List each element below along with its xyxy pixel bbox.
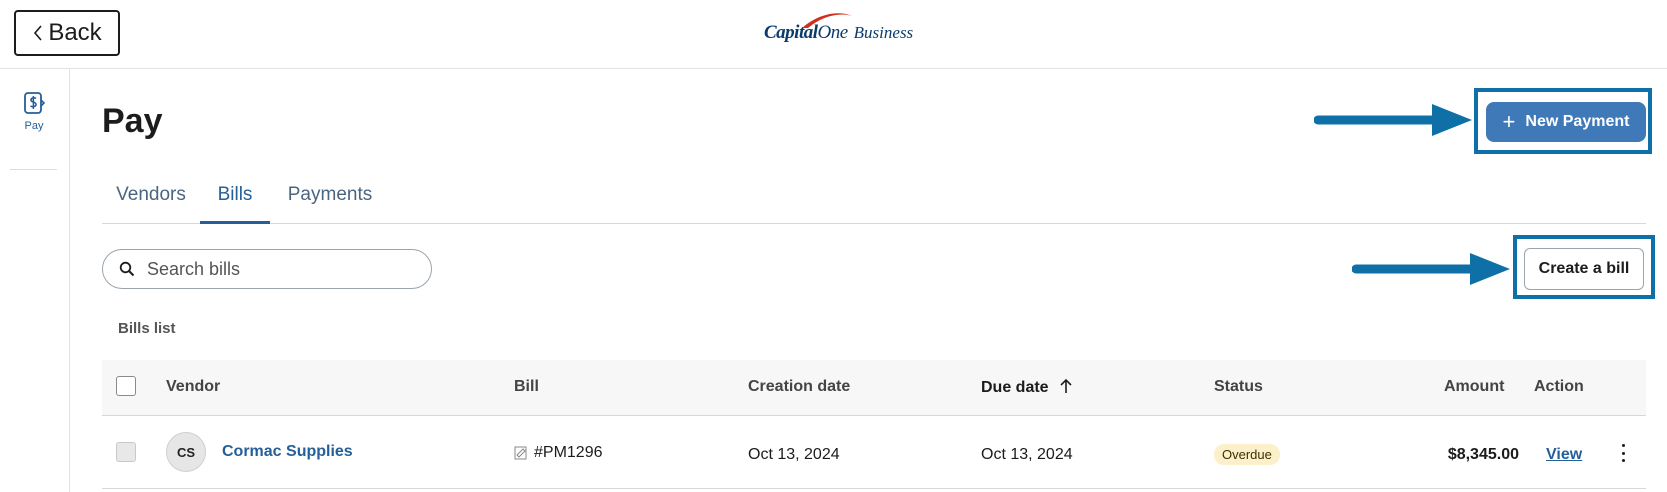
page-title: Pay [102, 102, 163, 140]
new-payment-label: New Payment [1525, 113, 1630, 130]
column-header-due-date[interactable]: Due date [981, 378, 1073, 397]
chevron-left-icon [34, 25, 42, 41]
creation-date-cell: Oct 13, 2024 [748, 446, 840, 463]
sidenav-item-label: Pay [24, 120, 44, 132]
search-icon [119, 261, 135, 277]
create-bill-button[interactable]: Create a bill [1524, 248, 1644, 290]
amount-cell: $8,345.00 [1447, 446, 1519, 463]
tab-bar: Vendors Bills Payments [102, 172, 1646, 224]
status-badge: Overdue [1214, 444, 1280, 465]
tab-bills[interactable]: Bills [200, 172, 270, 224]
column-header-action: Action [1534, 378, 1584, 395]
capital-one-business-logo: CapitalOne Business [764, 13, 914, 50]
table-header: Vendor Bill Creation date Due date Statu… [102, 360, 1646, 416]
select-all-checkbox[interactable] [116, 376, 136, 396]
tab-payments[interactable]: Payments [270, 172, 390, 224]
new-payment-button[interactable]: + New Payment [1486, 102, 1646, 142]
bills-table: Vendor Bill Creation date Due date Statu… [102, 360, 1646, 489]
side-nav: Pay [0, 69, 70, 492]
due-date-cell: Oct 13, 2024 [981, 446, 1073, 463]
bills-list-label: Bills list [118, 320, 176, 337]
top-bar: Back CapitalOne Business [0, 0, 1667, 69]
logo-swoosh-icon [802, 13, 852, 28]
column-header-amount[interactable]: Amount [1444, 378, 1504, 396]
logo-business-text: Business [853, 23, 914, 42]
dollar-document-icon [24, 92, 45, 114]
column-header-status[interactable]: Status [1214, 378, 1263, 396]
back-label: Back [48, 19, 102, 46]
sidenav-divider [10, 169, 57, 170]
view-link[interactable]: View [1546, 446, 1582, 464]
search-field[interactable] [102, 249, 432, 289]
more-options-icon[interactable] [1617, 444, 1629, 462]
tab-vendors[interactable]: Vendors [102, 172, 200, 224]
row-checkbox[interactable] [116, 442, 136, 462]
column-header-bill[interactable]: Bill [514, 378, 539, 396]
sort-arrow-up-icon [1060, 378, 1072, 393]
sidenav-item-pay[interactable]: Pay [10, 91, 58, 132]
annotation-arrow-new-payment [1314, 104, 1472, 136]
back-button[interactable]: Back [14, 10, 120, 56]
column-header-vendor[interactable]: Vendor [166, 378, 220, 396]
plus-icon: + [1502, 109, 1516, 134]
bill-number: #PM1296 [514, 444, 603, 462]
vendor-avatar: CS [166, 432, 206, 472]
vendor-link[interactable]: Cormac Supplies [222, 443, 353, 461]
logo-wordmark: CapitalOne [764, 13, 852, 44]
bill-document-icon [514, 446, 527, 460]
search-input[interactable] [145, 257, 409, 281]
column-header-creation-date[interactable]: Creation date [748, 378, 850, 396]
table-row[interactable]: CS Cormac Supplies #PM1296 Oct 13, 2024 … [102, 416, 1646, 489]
annotation-arrow-create-bill [1352, 253, 1510, 285]
